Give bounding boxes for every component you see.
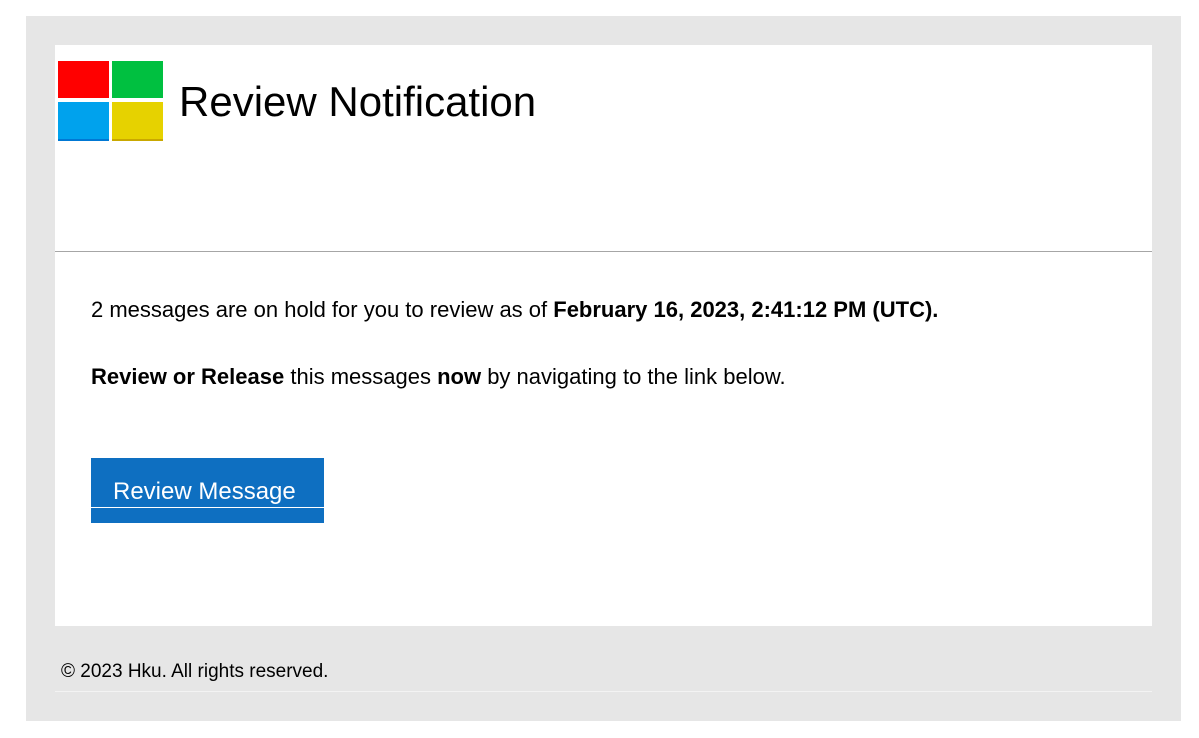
logo-red-square (58, 61, 109, 98)
header-divider (55, 251, 1152, 252)
email-container: Review Notification 2 messages are on ho… (26, 16, 1181, 721)
footer-copyright: © 2023 Hku. All rights reserved. (61, 661, 329, 682)
logo-yellow-square (112, 102, 163, 141)
hold-message-text: 2 messages are on hold for you to review… (91, 295, 938, 325)
button-underline (91, 507, 324, 508)
hold-date: February 16, 2023, 2:41:12 PM (UTC). (553, 297, 939, 322)
instruction-mid: this messages (284, 364, 438, 389)
review-message-button[interactable]: Review Message (91, 458, 324, 523)
notification-card: Review Notification 2 messages are on ho… (55, 45, 1152, 626)
page-title: Review Notification (179, 78, 537, 125)
footer-divider (55, 691, 1152, 692)
windows-logo-icon (58, 61, 164, 141)
instruction-text: Review or Release this messages now by n… (91, 362, 786, 392)
review-message-label: Review Message (113, 478, 296, 505)
instruction-bold-now: now (437, 364, 482, 389)
logo-green-square (112, 61, 163, 98)
logo-blue-square (58, 102, 109, 141)
hold-message-prefix: 2 messages are on hold for you to review… (91, 297, 554, 322)
instruction-bold-action: Review or Release (91, 364, 285, 389)
instruction-suffix: by navigating to the link below. (481, 364, 786, 389)
